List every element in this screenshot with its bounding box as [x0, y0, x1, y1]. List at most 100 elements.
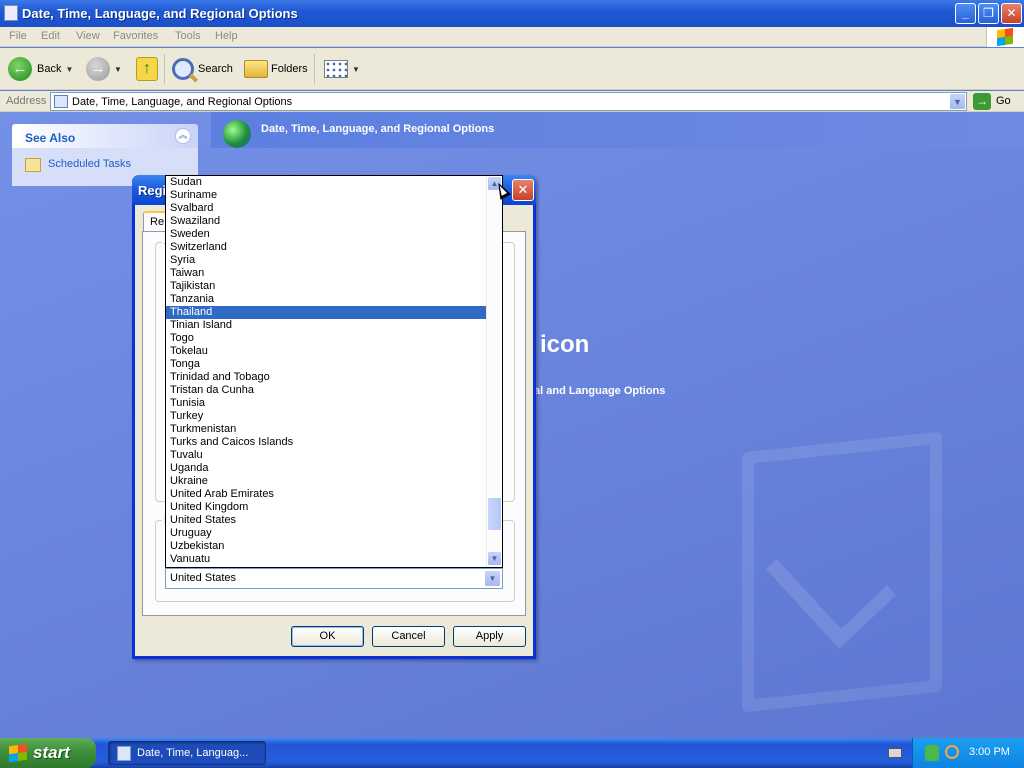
- forward-arrow-icon: →: [86, 57, 110, 81]
- up-folder-button[interactable]: ↑: [136, 54, 158, 84]
- back-dropdown-icon[interactable]: ▼: [65, 65, 73, 74]
- collapse-chevron-icon[interactable]: ︽: [175, 128, 191, 144]
- country-option[interactable]: Uganda: [166, 462, 487, 475]
- scroll-down-arrow-icon[interactable]: ▼: [487, 551, 502, 566]
- category-title: Date, Time, Language, and Regional Optio…: [261, 123, 495, 135]
- control-panel-icon: [54, 95, 68, 108]
- network-icon[interactable]: [925, 745, 939, 761]
- minimize-button[interactable]: _: [955, 3, 976, 24]
- taskbar: start Date, Time, Languag... 3:00 PM: [0, 738, 1024, 768]
- country-option[interactable]: United Kingdom: [166, 501, 487, 514]
- toolbar-separator: [164, 54, 165, 84]
- menu-favorites[interactable]: Favorites: [113, 30, 158, 42]
- ok-button[interactable]: OK: [291, 626, 364, 647]
- category-watermark-icon: [742, 431, 942, 713]
- forward-dropdown-icon[interactable]: ▼: [114, 65, 122, 74]
- scroll-thumb[interactable]: [487, 497, 502, 531]
- country-option[interactable]: United States: [166, 514, 487, 527]
- country-option[interactable]: Taiwan: [166, 267, 487, 280]
- dialog-close-button[interactable]: ✕: [512, 179, 534, 201]
- regional-options-link[interactable]: al and Language Options: [534, 385, 665, 397]
- window-title: Date, Time, Language, and Regional Optio…: [22, 6, 298, 21]
- country-option[interactable]: Tuvalu: [166, 449, 487, 462]
- menu-tools[interactable]: Tools: [175, 30, 201, 42]
- taskbar-item-regional-options[interactable]: Date, Time, Languag...: [108, 741, 266, 765]
- tab-label: Re: [150, 216, 165, 228]
- country-option[interactable]: Syria: [166, 254, 487, 267]
- toolbar: ← Back ▼ → ▼ ↑ Search Folders ▼: [0, 48, 1024, 90]
- country-option[interactable]: Sweden: [166, 228, 487, 241]
- see-also-header[interactable]: See Also ︽: [12, 124, 198, 148]
- windows-flag-icon: [997, 27, 1013, 47]
- dialog-title: Regi: [138, 183, 167, 198]
- close-button[interactable]: ✕: [1001, 3, 1022, 24]
- window-titlebar[interactable]: Date, Time, Language, and Regional Optio…: [0, 0, 1024, 27]
- control-panel-icon: [117, 746, 131, 761]
- country-option[interactable]: Togo: [166, 332, 487, 345]
- country-option[interactable]: United Arab Emirates: [166, 488, 487, 501]
- category-header: Date, Time, Language, and Regional Optio…: [211, 112, 1024, 148]
- apply-button[interactable]: Apply: [453, 626, 526, 647]
- combo-dropdown-icon[interactable]: ▼: [484, 570, 501, 587]
- country-option[interactable]: Turks and Caicos Islands: [166, 436, 487, 449]
- folders-label: Folders: [271, 63, 308, 75]
- up-arrow-icon: ↑: [136, 57, 158, 81]
- go-button[interactable]: Go: [996, 95, 1011, 107]
- keyboard-icon[interactable]: [888, 748, 902, 758]
- menu-view[interactable]: View: [76, 30, 100, 42]
- search-button[interactable]: Search: [172, 54, 233, 84]
- country-option[interactable]: Ukraine: [166, 475, 487, 488]
- country-option[interactable]: Tajikistan: [166, 280, 487, 293]
- menu-edit[interactable]: Edit: [41, 30, 60, 42]
- country-option[interactable]: Tonga: [166, 358, 487, 371]
- location-dropdown-list[interactable]: Sudan Suriname Svalbard Swaziland Sweden Swit…: [165, 175, 503, 568]
- location-selected-value: United States: [170, 572, 237, 584]
- pick-icon-heading: icon: [540, 331, 590, 358]
- country-option[interactable]: Turkey: [166, 410, 487, 423]
- country-option[interactable]: Tristan da Cunha: [166, 384, 487, 397]
- list-scrollbar[interactable]: ▲ ▼: [486, 176, 502, 567]
- country-option[interactable]: Tunisia: [166, 397, 487, 410]
- address-label: Address: [6, 95, 47, 107]
- option-list: Sudan Suriname Svalbard Swaziland Sweden Swit…: [166, 176, 502, 566]
- windows-logo: [986, 27, 1024, 47]
- country-option[interactable]: Turkmenistan: [166, 423, 487, 436]
- address-input[interactable]: Date, Time, Language, and Regional Optio…: [50, 92, 967, 111]
- views-button[interactable]: ▼: [324, 54, 360, 84]
- country-option[interactable]: Tokelau: [166, 345, 487, 358]
- location-combobox[interactable]: United States ▼: [165, 568, 503, 589]
- views-dropdown-icon[interactable]: ▼: [352, 65, 360, 74]
- menu-bar: File Edit View Favorites Tools Help: [0, 27, 1024, 47]
- country-option[interactable]: Svalbard: [166, 202, 487, 215]
- go-arrow-icon[interactable]: →: [973, 93, 991, 110]
- windows-flag-icon: [9, 743, 27, 763]
- search-icon: [172, 58, 194, 80]
- country-option[interactable]: Switzerland: [166, 241, 487, 254]
- menu-help[interactable]: Help: [215, 30, 238, 42]
- menu-file[interactable]: File: [9, 30, 27, 42]
- address-dropdown-icon[interactable]: ▼: [949, 93, 966, 110]
- start-button[interactable]: start: [0, 738, 96, 768]
- country-option[interactable]: Tinian Island: [166, 319, 487, 332]
- clock[interactable]: 3:00 PM: [969, 746, 1010, 758]
- see-also-title: See Also: [25, 131, 76, 145]
- country-option[interactable]: Uzbekistan: [166, 540, 487, 553]
- back-button[interactable]: ← Back ▼: [8, 54, 73, 84]
- country-option[interactable]: Vanuatu: [166, 553, 487, 566]
- tray-search-icon[interactable]: [945, 745, 959, 759]
- cancel-button[interactable]: Cancel: [372, 626, 445, 647]
- system-tray: 3:00 PM: [912, 738, 1024, 768]
- forward-button[interactable]: → ▼: [86, 54, 122, 84]
- scheduled-tasks-link[interactable]: Scheduled Tasks: [48, 158, 131, 170]
- folders-button[interactable]: Folders: [244, 54, 308, 84]
- country-option[interactable]: Uruguay: [166, 527, 487, 540]
- country-option[interactable]: Trinidad and Tobago: [166, 371, 487, 384]
- restore-button[interactable]: ❐: [978, 3, 999, 24]
- country-option[interactable]: Sudan: [166, 176, 487, 189]
- back-label: Back: [37, 63, 62, 75]
- country-option[interactable]: Tanzania: [166, 293, 487, 306]
- country-option[interactable]: Thailand: [166, 306, 487, 319]
- country-option[interactable]: Suriname: [166, 189, 487, 202]
- back-arrow-icon: ←: [8, 57, 32, 81]
- country-option[interactable]: Swaziland: [166, 215, 487, 228]
